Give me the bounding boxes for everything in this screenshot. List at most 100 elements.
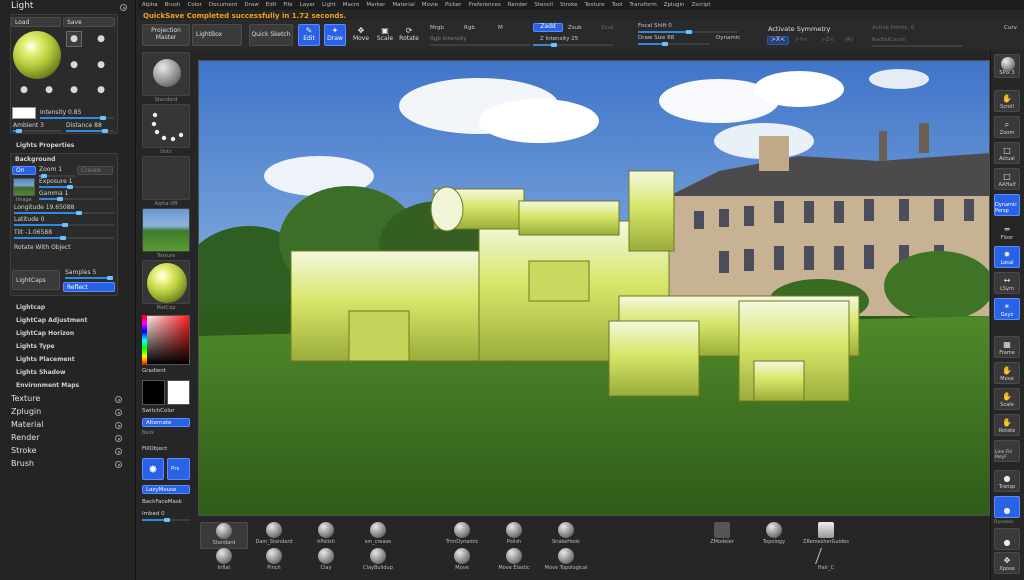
draw-button[interactable]: ✦ Draw bbox=[324, 24, 346, 46]
brush-dam-standard[interactable]: Dam_Standard bbox=[250, 522, 298, 548]
move-view-button[interactable]: ✋ Move bbox=[994, 362, 1020, 384]
rgb-button[interactable]: Rgb bbox=[464, 25, 475, 31]
zplugin-menu[interactable]: Zplugin bbox=[11, 407, 41, 416]
secondary-color-swatch[interactable] bbox=[167, 380, 190, 405]
m-button[interactable]: M bbox=[498, 25, 503, 31]
menu-transform[interactable]: Transform bbox=[629, 2, 656, 8]
symmetry-y-button[interactable]: >Y< bbox=[795, 37, 808, 43]
lights-type-section[interactable]: Lights Type bbox=[16, 343, 55, 350]
scale-view-button[interactable]: ✋ Scale bbox=[994, 388, 1020, 410]
brush-standard[interactable]: Standard bbox=[200, 522, 248, 549]
lightcap-section[interactable]: Lightcap bbox=[16, 304, 45, 311]
lightcap-horizon-section[interactable]: LightCap Horizon bbox=[16, 330, 74, 337]
lightbox-button[interactable]: LightBox bbox=[192, 24, 242, 46]
menu-movie[interactable]: Movie bbox=[422, 2, 438, 8]
focal-shift-slider[interactable]: Focal Shift 0 bbox=[638, 23, 672, 29]
brush-move-topological[interactable]: Move Topological bbox=[542, 548, 590, 574]
menu-macro[interactable]: Macro bbox=[343, 2, 360, 8]
save-button[interactable]: Save bbox=[63, 17, 115, 27]
menu-document[interactable]: Document bbox=[209, 2, 238, 8]
move-button[interactable]: ✥ Move bbox=[350, 24, 372, 46]
menu-preferences[interactable]: Preferences bbox=[468, 2, 500, 8]
light-bulb-2-icon[interactable]: ● bbox=[93, 31, 109, 47]
gamma-slider[interactable]: Gamma 1 bbox=[39, 190, 68, 197]
menu-color[interactable]: Color bbox=[188, 2, 202, 8]
brush-sm-crease[interactable]: sm_crease bbox=[354, 522, 402, 548]
fill-object-button[interactable]: FillObject bbox=[142, 446, 167, 452]
hue-strip[interactable] bbox=[142, 315, 147, 365]
radial-symmetry-button[interactable]: (R) bbox=[845, 37, 853, 43]
zadd-button[interactable]: Zadd bbox=[533, 23, 563, 32]
brush-snakehook[interactable]: SnakeHook bbox=[542, 522, 590, 548]
stroke-menu[interactable]: Stroke bbox=[11, 446, 37, 455]
light-bulb-3-icon[interactable]: ● bbox=[66, 57, 82, 73]
menu-render[interactable]: Render bbox=[508, 2, 528, 8]
texture-thumbnail[interactable] bbox=[142, 208, 190, 252]
light-bulb-8-icon[interactable]: ● bbox=[93, 82, 109, 98]
actual-button[interactable]: □ Actual bbox=[994, 142, 1020, 164]
material-thumbnail[interactable] bbox=[142, 260, 190, 304]
light-palette-title[interactable]: Light bbox=[11, 1, 33, 11]
menu-stencil[interactable]: Stencil bbox=[534, 2, 553, 8]
mrgb-button[interactable]: Mrgb bbox=[430, 25, 444, 31]
zoom-slider[interactable]: Zoom 1 bbox=[39, 166, 62, 173]
reflect-button[interactable]: Reflect bbox=[63, 282, 115, 292]
brush-polish[interactable]: Polish bbox=[490, 522, 538, 548]
background-title[interactable]: Background bbox=[15, 156, 55, 163]
menu-alpha[interactable]: Alpha bbox=[142, 2, 158, 8]
imbed-slider[interactable]: Imbed 0 bbox=[142, 511, 165, 517]
light-bulb-5-icon[interactable]: ● bbox=[16, 82, 32, 98]
local-button[interactable]: ✹ Local bbox=[994, 246, 1020, 268]
lights-properties-section[interactable]: Lights Properties bbox=[16, 142, 74, 149]
longitude-slider[interactable]: Longitude 19.65088 bbox=[14, 204, 74, 211]
menu-material[interactable]: Material bbox=[392, 2, 414, 8]
gradient-toggle[interactable]: Gradient bbox=[142, 368, 166, 374]
light-bulb-1-icon[interactable]: ● bbox=[66, 31, 82, 47]
lights-shadow-section[interactable]: Lights Shadow bbox=[16, 369, 66, 376]
create-button[interactable]: Create bbox=[77, 166, 113, 175]
load-button[interactable]: Load bbox=[11, 17, 61, 27]
floor-button[interactable]: ═ Floor bbox=[994, 220, 1020, 242]
quick-sketch-button[interactable]: Quick Sketch bbox=[249, 24, 293, 46]
brush-pinch[interactable]: Pinch bbox=[250, 548, 298, 574]
menu-picker[interactable]: Picker bbox=[445, 2, 461, 8]
dynamic-toggle[interactable]: Dynamic bbox=[716, 35, 740, 41]
z-intensity-slider[interactable]: Z Intensity 25 bbox=[540, 36, 578, 42]
menu-tool[interactable]: Tool bbox=[612, 2, 623, 8]
distance-slider[interactable]: Distance 88 bbox=[66, 122, 102, 129]
frame-button[interactable]: ▦ Frame bbox=[994, 336, 1020, 358]
xpose-placeholder-button[interactable]: ● bbox=[994, 528, 1020, 550]
xpose-button[interactable]: ✥ Xpose bbox=[994, 552, 1020, 574]
menu-edit[interactable]: Edit bbox=[266, 2, 277, 8]
radial-count-slider[interactable]: RadialCount bbox=[872, 37, 905, 43]
ambient-slider[interactable]: Ambient 3 bbox=[13, 122, 44, 129]
latitude-slider[interactable]: Latitude 0 bbox=[14, 216, 44, 223]
draw-size-slider[interactable]: Draw Size 88 bbox=[638, 35, 674, 41]
lights-placement-section[interactable]: Lights Placement bbox=[16, 356, 75, 363]
menu-light[interactable]: Light bbox=[322, 2, 336, 8]
brush-clay[interactable]: Clay bbox=[302, 548, 350, 574]
symmetry-x-button[interactable]: >X< bbox=[767, 36, 789, 45]
light-color-swatch[interactable] bbox=[12, 107, 36, 119]
tilt-slider[interactable]: Tilt -1.06588 bbox=[14, 229, 52, 236]
rotate-with-object-toggle[interactable]: Rotate With Object bbox=[14, 244, 71, 251]
brush-zremesherguides[interactable]: ZRemesherGuides bbox=[802, 522, 850, 548]
edit-button[interactable]: ✎ Edit bbox=[298, 24, 320, 46]
light-bulb-6-icon[interactable]: ● bbox=[41, 82, 57, 98]
brush-zmodeler[interactable]: ZModeler bbox=[698, 522, 746, 548]
gear-icon[interactable] bbox=[115, 448, 122, 455]
zcut-button[interactable]: Zcut bbox=[601, 25, 613, 31]
spix-button[interactable]: SPix 3 bbox=[994, 54, 1020, 78]
color-picker[interactable] bbox=[142, 315, 190, 365]
polyframe-button[interactable]: Line Fill PolyF bbox=[994, 440, 1020, 462]
menu-stroke[interactable]: Stroke bbox=[560, 2, 578, 8]
environment-maps-section[interactable]: Environment Maps bbox=[16, 382, 79, 389]
samples-slider[interactable]: Samples 5 bbox=[65, 269, 96, 276]
zoom-button[interactable]: ⌕ Zoom bbox=[994, 116, 1020, 138]
brush-move[interactable]: Move bbox=[438, 548, 486, 574]
light-bulb-7-icon[interactable]: ● bbox=[66, 82, 82, 98]
menu-brush[interactable]: Brush bbox=[165, 2, 181, 8]
projection-master-button[interactable]: Projection Master bbox=[142, 24, 190, 46]
menu-draw[interactable]: Draw bbox=[244, 2, 258, 8]
rgb-intensity-slider[interactable]: Rgb Intensity bbox=[430, 36, 467, 42]
